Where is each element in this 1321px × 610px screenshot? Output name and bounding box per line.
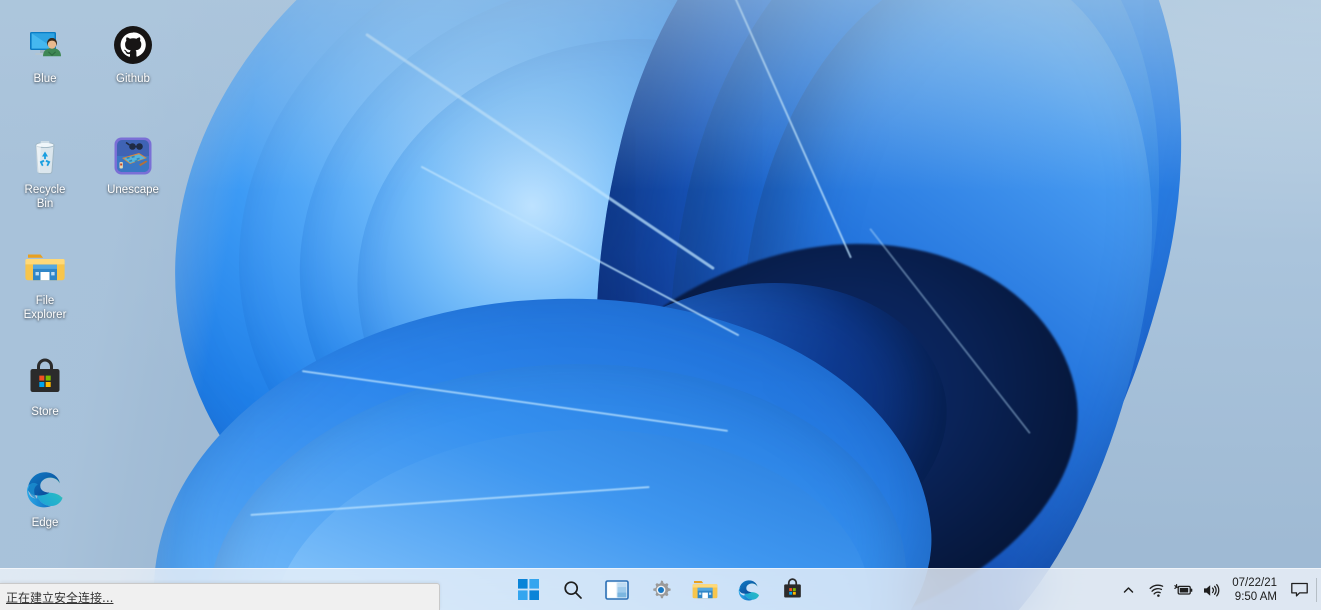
taskbar-center-buttons — [514, 569, 808, 610]
desktop-icon-store[interactable]: Store — [2, 355, 88, 420]
status-bar-text: 正在建立安全连接... — [6, 589, 113, 606]
taskbar-search-button[interactable] — [558, 575, 588, 605]
desktop-icon-label: Store — [2, 406, 88, 420]
tray-divider — [1316, 578, 1317, 602]
tray-status-icons[interactable] — [1140, 583, 1228, 598]
desktop-wallpaper — [0, 0, 1321, 610]
notifications-button[interactable] — [1284, 573, 1314, 607]
taskbar-file-explorer-button[interactable] — [690, 575, 720, 605]
system-tray: 07/22/21 9:50 AM — [1117, 569, 1321, 610]
battery-charging-icon — [1174, 583, 1193, 597]
desktop-icon-label: File Explorer — [2, 295, 88, 322]
desktop-icon-github[interactable]: Github — [90, 22, 176, 87]
speaker-volume-icon — [1202, 583, 1220, 598]
remote-desktop-person-icon — [2, 22, 88, 68]
chevron-up-icon — [1122, 584, 1135, 597]
desktop-icon-blue[interactable]: Blue — [2, 22, 88, 87]
taskbar-store-button[interactable] — [778, 575, 808, 605]
show-hidden-icons-button[interactable] — [1117, 573, 1140, 607]
desktop-icon-unescape[interactable]: Unescape — [90, 133, 176, 198]
desktop-icon-edge[interactable]: Edge — [2, 466, 88, 531]
clock-date: 07/22/21 — [1232, 576, 1277, 590]
taskbar-edge-button[interactable] — [734, 575, 764, 605]
microsoft-edge-icon — [2, 466, 88, 512]
taskbar-start-button[interactable] — [514, 575, 544, 605]
recycle-bin-icon — [2, 133, 88, 179]
status-bar-popup: 正在建立安全连接... — [0, 583, 440, 610]
taskbar-settings-button[interactable] — [646, 575, 676, 605]
clock-time: 9:50 AM — [1235, 590, 1277, 604]
file-explorer-folder-icon — [2, 244, 88, 290]
desktop-icon-label: Github — [90, 73, 176, 87]
microsoft-store-bag-icon — [2, 355, 88, 401]
wifi-icon — [1148, 583, 1165, 598]
taskbar-task-view-button[interactable] — [602, 575, 632, 605]
unescape-game-icon — [90, 133, 176, 179]
desktop-icon-label: Edge — [2, 517, 88, 531]
desktop-icon-label: Recycle Bin — [2, 184, 88, 211]
desktop-icon-recycle-bin[interactable]: Recycle Bin — [2, 133, 88, 211]
desktop-icon-label: Unescape — [90, 184, 176, 198]
desktop-icon-label: Blue — [2, 73, 88, 87]
github-octocat-icon — [90, 22, 176, 68]
desktop-icon-file-explorer[interactable]: File Explorer — [2, 244, 88, 322]
chat-bubble-icon — [1290, 582, 1309, 599]
desktop-screen: Blue Github — [0, 0, 1321, 610]
taskbar-clock[interactable]: 07/22/21 9:50 AM — [1228, 576, 1284, 604]
